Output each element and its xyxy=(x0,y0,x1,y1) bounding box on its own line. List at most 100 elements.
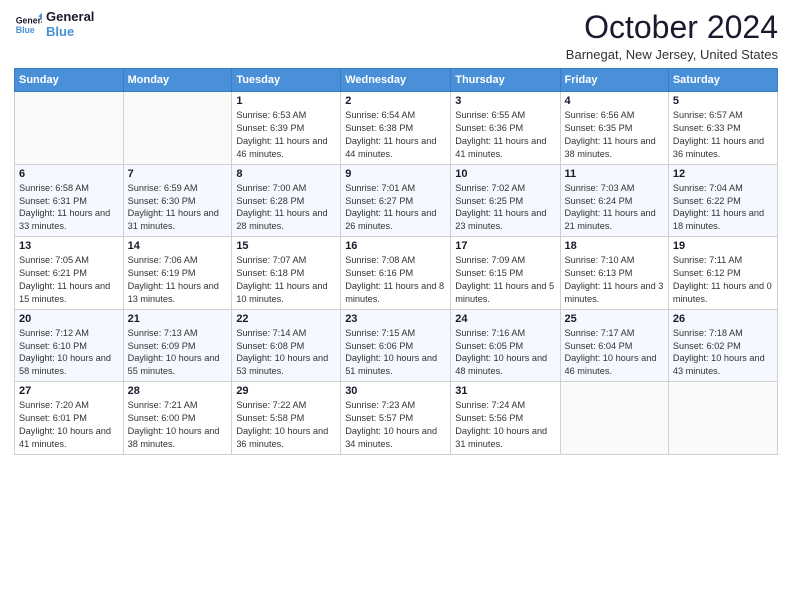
day-info: Sunrise: 7:00 AM Sunset: 6:28 PM Dayligh… xyxy=(236,182,336,234)
day-info: Sunrise: 7:13 AM Sunset: 6:09 PM Dayligh… xyxy=(128,327,228,379)
svg-text:Blue: Blue xyxy=(16,25,35,35)
calendar-cell xyxy=(123,92,232,165)
header: General Blue General Blue October 2024 B… xyxy=(14,10,778,62)
calendar-cell: 26Sunrise: 7:18 AM Sunset: 6:02 PM Dayli… xyxy=(668,309,777,382)
day-number: 17 xyxy=(455,240,555,252)
day-info: Sunrise: 7:20 AM Sunset: 6:01 PM Dayligh… xyxy=(19,399,119,451)
day-info: Sunrise: 6:53 AM Sunset: 6:39 PM Dayligh… xyxy=(236,109,336,161)
day-number: 21 xyxy=(128,313,228,325)
calendar-cell: 3Sunrise: 6:55 AM Sunset: 6:36 PM Daylig… xyxy=(451,92,560,165)
day-number: 31 xyxy=(455,385,555,397)
day-number: 11 xyxy=(565,168,664,180)
day-info: Sunrise: 7:11 AM Sunset: 6:12 PM Dayligh… xyxy=(673,254,773,306)
calendar-cell: 12 Sunrise: 7:04 AM Sunset: 6:22 PM Dayli… xyxy=(668,164,777,237)
calendar-cell: 7 Sunrise: 6:59 AM Sunset: 6:30 PM Daylig… xyxy=(123,164,232,237)
calendar: Sunday Monday Tuesday Wednesday Thursday… xyxy=(14,68,778,455)
calendar-cell: 19 Sunrise: 7:11 AM Sunset: 6:12 PM Dayli… xyxy=(668,237,777,310)
calendar-cell: 14Sunrise: 7:06 AM Sunset: 6:19 PM Dayli… xyxy=(123,237,232,310)
day-info: Sunrise: 6:57 AM Sunset: 6:33 PM Dayligh… xyxy=(673,109,773,161)
calendar-cell xyxy=(668,382,777,455)
day-number: 30 xyxy=(345,385,446,397)
day-info: Sunrise: 7:03 AM Sunset: 6:24 PM Dayligh… xyxy=(565,182,664,234)
calendar-cell: 6Sunrise: 6:58 AM Sunset: 6:31 PM Daylig… xyxy=(15,164,124,237)
calendar-cell: 17 Sunrise: 7:09 AM Sunset: 6:15 PM Dayli… xyxy=(451,237,560,310)
day-number: 27 xyxy=(19,385,119,397)
day-number: 12 xyxy=(673,168,773,180)
calendar-cell: 28Sunrise: 7:21 AM Sunset: 6:00 PM Dayli… xyxy=(123,382,232,455)
day-number: 23 xyxy=(345,313,446,325)
day-info: Sunrise: 7:15 AM Sunset: 6:06 PM Dayligh… xyxy=(345,327,446,379)
day-number: 2 xyxy=(345,95,446,107)
title-block: October 2024 Barnegat, New Jersey, Unite… xyxy=(566,10,778,62)
day-number: 14 xyxy=(128,240,228,252)
day-info: Sunrise: 7:14 AM Sunset: 6:08 PM Dayligh… xyxy=(236,327,336,379)
calendar-cell: 21 Sunrise: 7:13 AM Sunset: 6:09 PM Dayli… xyxy=(123,309,232,382)
day-info: Sunrise: 7:23 AM Sunset: 5:57 PM Dayligh… xyxy=(345,399,446,451)
logo-icon: General Blue xyxy=(14,11,42,39)
day-number: 13 xyxy=(19,240,119,252)
day-info: Sunrise: 7:17 AM Sunset: 6:04 PM Dayligh… xyxy=(565,327,664,379)
calendar-cell: 31 Sunrise: 7:24 AM Sunset: 5:56 PM Dayli… xyxy=(451,382,560,455)
col-saturday: Saturday xyxy=(668,69,777,92)
calendar-cell: 25 Sunrise: 7:17 AM Sunset: 6:04 PM Dayli… xyxy=(560,309,668,382)
col-wednesday: Wednesday xyxy=(341,69,451,92)
calendar-cell: 4 Sunrise: 6:56 AM Sunset: 6:35 PM Daylig… xyxy=(560,92,668,165)
day-info: Sunrise: 7:04 AM Sunset: 6:22 PM Dayligh… xyxy=(673,182,773,234)
day-number: 15 xyxy=(236,240,336,252)
month-title: October 2024 xyxy=(566,10,778,45)
calendar-week-row: 1 Sunrise: 6:53 AM Sunset: 6:39 PM Daylig… xyxy=(15,92,778,165)
day-number: 19 xyxy=(673,240,773,252)
calendar-header-row: Sunday Monday Tuesday Wednesday Thursday… xyxy=(15,69,778,92)
day-info: Sunrise: 6:59 AM Sunset: 6:30 PM Dayligh… xyxy=(128,182,228,234)
calendar-cell: 16 Sunrise: 7:08 AM Sunset: 6:16 PM Dayli… xyxy=(341,237,451,310)
day-info: Sunrise: 6:56 AM Sunset: 6:35 PM Dayligh… xyxy=(565,109,664,161)
day-number: 10 xyxy=(455,168,555,180)
calendar-cell: 13 Sunrise: 7:05 AM Sunset: 6:21 PM Dayli… xyxy=(15,237,124,310)
calendar-cell: 30 Sunrise: 7:23 AM Sunset: 5:57 PM Dayli… xyxy=(341,382,451,455)
day-info: Sunrise: 7:09 AM Sunset: 6:15 PM Dayligh… xyxy=(455,254,555,306)
calendar-cell: 15 Sunrise: 7:07 AM Sunset: 6:18 PM Dayli… xyxy=(232,237,341,310)
day-info: Sunrise: 7:07 AM Sunset: 6:18 PM Dayligh… xyxy=(236,254,336,306)
day-number: 25 xyxy=(565,313,664,325)
day-number: 16 xyxy=(345,240,446,252)
day-number: 20 xyxy=(19,313,119,325)
day-info: Sunrise: 7:08 AM Sunset: 6:16 PM Dayligh… xyxy=(345,254,446,306)
calendar-cell xyxy=(15,92,124,165)
calendar-cell: 9Sunrise: 7:01 AM Sunset: 6:27 PM Daylig… xyxy=(341,164,451,237)
svg-text:General: General xyxy=(16,15,42,25)
day-number: 6 xyxy=(19,168,119,180)
day-number: 1 xyxy=(236,95,336,107)
day-number: 18 xyxy=(565,240,664,252)
calendar-cell: 29 Sunrise: 7:22 AM Sunset: 5:58 PM Dayli… xyxy=(232,382,341,455)
calendar-cell: 11 Sunrise: 7:03 AM Sunset: 6:24 PM Dayli… xyxy=(560,164,668,237)
col-tuesday: Tuesday xyxy=(232,69,341,92)
calendar-cell: 8 Sunrise: 7:00 AM Sunset: 6:28 PM Daylig… xyxy=(232,164,341,237)
day-number: 7 xyxy=(128,168,228,180)
logo: General Blue General Blue xyxy=(14,10,94,40)
day-number: 29 xyxy=(236,385,336,397)
calendar-cell: 1 Sunrise: 6:53 AM Sunset: 6:39 PM Daylig… xyxy=(232,92,341,165)
col-thursday: Thursday xyxy=(451,69,560,92)
calendar-cell: 23 Sunrise: 7:15 AM Sunset: 6:06 PM Dayli… xyxy=(341,309,451,382)
calendar-cell: 20 Sunrise: 7:12 AM Sunset: 6:10 PM Dayli… xyxy=(15,309,124,382)
day-info: Sunrise: 7:22 AM Sunset: 5:58 PM Dayligh… xyxy=(236,399,336,451)
day-info: Sunrise: 7:10 AM Sunset: 6:13 PM Dayligh… xyxy=(565,254,664,306)
day-number: 3 xyxy=(455,95,555,107)
calendar-cell xyxy=(560,382,668,455)
day-number: 28 xyxy=(128,385,228,397)
calendar-cell: 18 Sunrise: 7:10 AM Sunset: 6:13 PM Dayli… xyxy=(560,237,668,310)
calendar-cell: 24Sunrise: 7:16 AM Sunset: 6:05 PM Dayli… xyxy=(451,309,560,382)
day-info: Sunrise: 7:18 AM Sunset: 6:02 PM Dayligh… xyxy=(673,327,773,379)
day-info: Sunrise: 7:05 AM Sunset: 6:21 PM Dayligh… xyxy=(19,254,119,306)
col-friday: Friday xyxy=(560,69,668,92)
calendar-cell: 2Sunrise: 6:54 AM Sunset: 6:38 PM Daylig… xyxy=(341,92,451,165)
day-info: Sunrise: 7:12 AM Sunset: 6:10 PM Dayligh… xyxy=(19,327,119,379)
day-info: Sunrise: 7:24 AM Sunset: 5:56 PM Dayligh… xyxy=(455,399,555,451)
calendar-cell: 5Sunrise: 6:57 AM Sunset: 6:33 PM Daylig… xyxy=(668,92,777,165)
col-sunday: Sunday xyxy=(15,69,124,92)
calendar-cell: 27 Sunrise: 7:20 AM Sunset: 6:01 PM Dayli… xyxy=(15,382,124,455)
day-number: 8 xyxy=(236,168,336,180)
day-number: 4 xyxy=(565,95,664,107)
calendar-week-row: 13 Sunrise: 7:05 AM Sunset: 6:21 PM Dayli… xyxy=(15,237,778,310)
logo-blue: Blue xyxy=(46,25,94,40)
